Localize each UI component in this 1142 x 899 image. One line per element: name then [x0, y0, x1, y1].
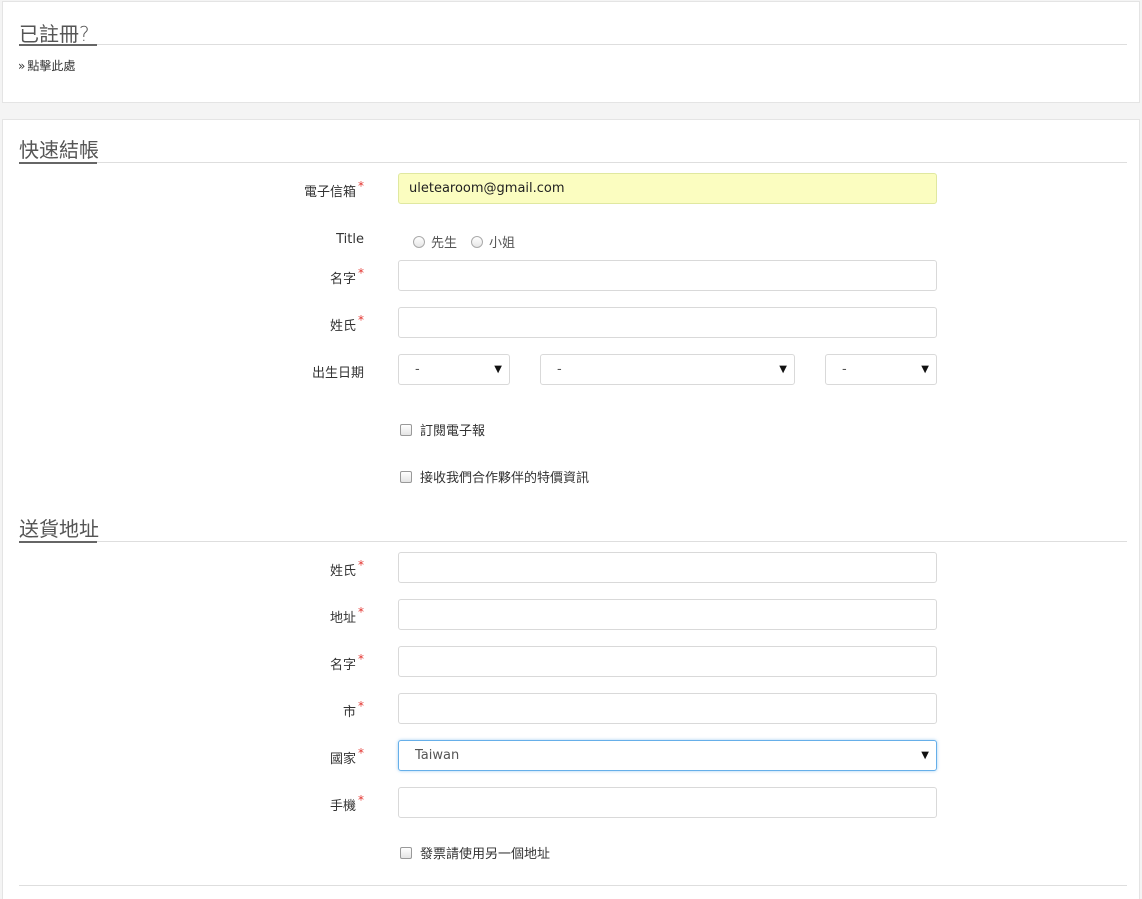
radio-mr[interactable] [413, 235, 425, 248]
ship-mobile-field[interactable] [398, 787, 937, 818]
ship-mobile-label: 手機 * [329, 793, 364, 814]
ship-country-label: 國家 * [329, 746, 364, 767]
checkout-title: 快速結帳 [19, 138, 99, 162]
title-option-mr[interactable]: 先生 [413, 232, 457, 251]
shipping-title-accent [19, 541, 97, 543]
login-title: 已註冊? [19, 22, 90, 46]
lastname-field[interactable] [398, 307, 937, 338]
newsletter-checkbox[interactable] [400, 423, 412, 436]
chevron-down-icon: ▼ [779, 364, 787, 375]
title-label: Title [336, 232, 364, 247]
ship-lastname-label: 姓氏 * [329, 558, 364, 579]
login-title-accent [19, 44, 97, 46]
email-label: 電子信箱 * [303, 179, 364, 200]
birth-year-select[interactable]: - ▼ [825, 354, 937, 385]
arrow-icon: » [18, 59, 26, 73]
checkout-title-rule [19, 162, 1127, 163]
firstname-label: 名字 * [329, 266, 364, 287]
chevron-down-icon: ▼ [921, 364, 929, 375]
lastname-label: 姓氏 * [329, 313, 364, 334]
shipping-title: 送貨地址 [19, 517, 99, 541]
radio-ms[interactable] [471, 235, 484, 248]
different-invoice-row[interactable]: 發票請使用另一個地址 [400, 843, 550, 862]
partner-offers-checkbox[interactable] [400, 470, 412, 483]
ship-country-select[interactable]: Taiwan ▼ [398, 740, 937, 771]
chevron-down-icon: ▼ [921, 750, 929, 761]
login-link-row: » 點擊此處 [18, 57, 75, 74]
email-field[interactable]: uletearoom@gmail.com [398, 173, 937, 204]
login-panel: 已註冊? » 點擊此處 [2, 1, 1140, 103]
checkout-title-accent [19, 162, 97, 164]
firstname-field[interactable] [398, 260, 937, 291]
checkout-panel: 快速結帳 電子信箱 * uletearoom@gmail.com Title 先生… [2, 119, 1140, 899]
login-title-rule [19, 44, 1127, 45]
ship-firstname-label: 名字 * [329, 652, 364, 673]
bottom-rule [19, 885, 1127, 886]
title-radio-group: 先生 小姐 [413, 232, 529, 251]
birth-month-select[interactable]: - ▼ [540, 354, 795, 385]
partner-offers-row[interactable]: 接收我們合作夥伴的特價資訊 [400, 467, 589, 486]
required-mark: * [358, 179, 364, 193]
birth-day-select[interactable]: - ▼ [398, 354, 510, 385]
ship-lastname-field[interactable] [398, 552, 937, 583]
different-invoice-checkbox[interactable] [400, 846, 412, 859]
ship-address-field[interactable] [398, 599, 937, 630]
title-option-ms[interactable]: 小姐 [471, 232, 515, 251]
birthdate-label: 出生日期 [311, 366, 364, 381]
shipping-title-rule [19, 541, 1127, 542]
ship-city-field[interactable] [398, 693, 937, 724]
ship-city-label: 市 * [342, 699, 364, 720]
ship-address-label: 地址 * [329, 605, 364, 626]
newsletter-row[interactable]: 訂閱電子報 [400, 420, 485, 439]
ship-firstname-field[interactable] [398, 646, 937, 677]
login-link[interactable]: 點擊此處 [27, 59, 75, 73]
chevron-down-icon: ▼ [494, 364, 502, 375]
